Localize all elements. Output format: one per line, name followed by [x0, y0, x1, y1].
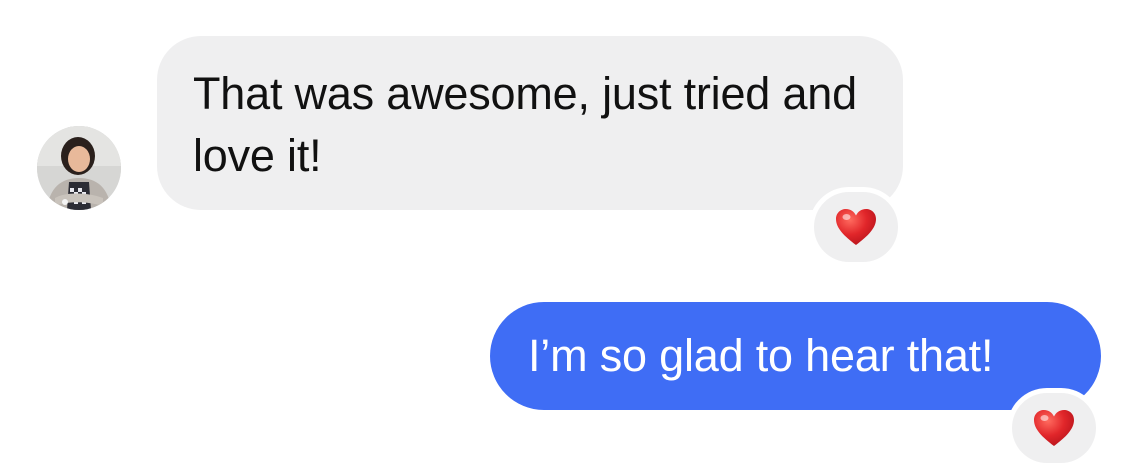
- incoming-message-text: That was awesome, just tried and love it…: [193, 68, 857, 181]
- avatar-photo: [37, 126, 121, 210]
- outgoing-message-reaction[interactable]: [1012, 393, 1096, 463]
- avatar[interactable]: [37, 126, 121, 210]
- heart-icon: [836, 209, 876, 245]
- incoming-message-reaction[interactable]: [814, 192, 898, 262]
- outgoing-message-text: I’m so glad to hear that!: [528, 330, 994, 381]
- incoming-message-bubble[interactable]: That was awesome, just tried and love it…: [157, 36, 903, 210]
- outgoing-message-bubble[interactable]: I’m so glad to hear that!: [490, 302, 1101, 410]
- heart-icon: [1034, 410, 1074, 446]
